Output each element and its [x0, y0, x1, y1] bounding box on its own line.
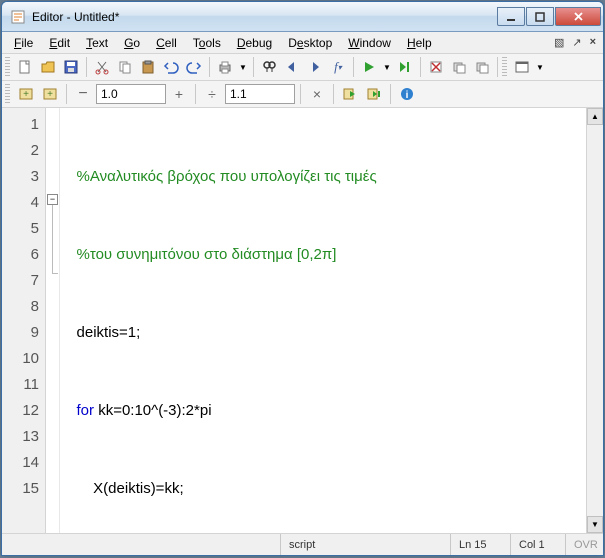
status-type: script	[280, 534, 450, 555]
factor-input[interactable]: 1.1	[225, 84, 295, 104]
status-col: Col 1	[510, 534, 565, 555]
titlebar[interactable]: Editor - Untitled*	[2, 2, 603, 32]
save-button[interactable]	[60, 56, 82, 78]
cut-button[interactable]	[91, 56, 113, 78]
line-number: 3	[2, 164, 39, 190]
editor-window: Editor - Untitled* File Edit Text Go Cel…	[1, 1, 604, 556]
app-icon	[10, 9, 26, 25]
code-line: X(deiktis)=kk;	[64, 476, 586, 502]
fold-toggle-icon[interactable]: −	[47, 194, 58, 205]
new-file-button[interactable]	[14, 56, 36, 78]
menu-go[interactable]: Go	[116, 34, 148, 52]
cell-toolbar: + + − 1.0 + ÷ 1.1 × i	[2, 81, 603, 108]
run-dropdown[interactable]: ▼	[381, 56, 393, 78]
window-title: Editor - Untitled*	[32, 10, 497, 24]
main-toolbar: ▼ f▾ ▼ ▼	[2, 54, 603, 81]
status-ovr: OVR	[565, 534, 603, 555]
line-number: 10	[2, 346, 39, 372]
times-button[interactable]: ×	[306, 83, 328, 105]
scroll-track[interactable]	[587, 125, 603, 516]
back-button[interactable]	[281, 56, 303, 78]
menu-edit[interactable]: Edit	[41, 34, 78, 52]
menu-debug[interactable]: Debug	[229, 34, 280, 52]
line-number: 13	[2, 424, 39, 450]
line-number: 15	[2, 476, 39, 502]
fold-end	[52, 273, 58, 274]
paste-button[interactable]	[137, 56, 159, 78]
line-number: 5	[2, 216, 39, 242]
line-number: 6	[2, 242, 39, 268]
toolbar2-grip[interactable]	[5, 84, 10, 104]
run-advance-button[interactable]	[394, 56, 416, 78]
stack2-button[interactable]	[471, 56, 493, 78]
redo-button[interactable]	[183, 56, 205, 78]
print-button[interactable]	[214, 56, 236, 78]
code-line: %Αναλυτικός βρόχος που υπολογίζει τις τι…	[77, 168, 377, 185]
line-number: 11	[2, 372, 39, 398]
fold-line	[52, 205, 53, 273]
code-line: %του συνημιτόνου στο διάστημα [0,2π]	[77, 246, 337, 263]
undo-button[interactable]	[160, 56, 182, 78]
cell-insert2-button[interactable]: +	[39, 83, 61, 105]
function-button[interactable]: f▾	[327, 56, 349, 78]
copy-button[interactable]	[114, 56, 136, 78]
layout-button[interactable]	[511, 56, 533, 78]
line-number: 1	[2, 112, 39, 138]
svg-text:i: i	[406, 90, 409, 101]
status-line: Ln 15	[450, 534, 510, 555]
run-button[interactable]	[358, 56, 380, 78]
line-number: 12	[2, 398, 39, 424]
menu-window[interactable]: Window	[340, 34, 399, 52]
fold-gutter[interactable]: −	[46, 108, 60, 533]
editor-area: 1 2 3 4 5 6 7 8 9 10 11 12 13 14 15 − %Α…	[2, 108, 603, 533]
menu-desktop[interactable]: Desktop	[280, 34, 340, 52]
line-number: 4	[2, 190, 39, 216]
toolbar-grip[interactable]	[5, 57, 10, 77]
scroll-down-icon[interactable]: ▼	[587, 516, 603, 533]
menu-tools[interactable]: Tools	[185, 34, 229, 52]
find-button[interactable]	[258, 56, 280, 78]
scroll-up-icon[interactable]: ▲	[587, 108, 603, 125]
plus-button[interactable]: +	[168, 83, 190, 105]
statusbar: script Ln 15 Col 1 OVR	[2, 533, 603, 555]
minimize-button[interactable]	[497, 7, 525, 26]
line-number: 2	[2, 138, 39, 164]
menu-cell[interactable]: Cell	[148, 34, 185, 52]
svg-text:+: +	[23, 89, 29, 100]
zoom-input[interactable]: 1.0	[96, 84, 166, 104]
breakpoint-button[interactable]	[425, 56, 447, 78]
layout-dropdown[interactable]: ▼	[534, 56, 546, 78]
eval-advance-button[interactable]	[363, 83, 385, 105]
stack1-button[interactable]	[448, 56, 470, 78]
line-number: 8	[2, 294, 39, 320]
menu-help[interactable]: Help	[399, 34, 440, 52]
dock-icon[interactable]: ▧	[551, 35, 567, 50]
divide-button[interactable]: ÷	[201, 83, 223, 105]
code-line: deiktis=1;	[77, 324, 141, 341]
close-button[interactable]	[555, 7, 601, 26]
maximize-button[interactable]	[526, 7, 554, 26]
cell-insert-button[interactable]: +	[15, 83, 37, 105]
forward-button[interactable]	[304, 56, 326, 78]
vertical-scrollbar[interactable]: ▲ ▼	[586, 108, 603, 533]
open-file-button[interactable]	[37, 56, 59, 78]
inner-close-icon[interactable]: ×	[587, 35, 599, 50]
eval-cell-button[interactable]	[339, 83, 361, 105]
toolbar-grip-2[interactable]	[502, 57, 507, 77]
undock-icon[interactable]: ↗	[569, 35, 584, 50]
code-area[interactable]: %Αναλυτικός βρόχος που υπολογίζει τις τι…	[60, 108, 586, 533]
svg-text:+: +	[47, 89, 53, 100]
menu-text[interactable]: Text	[78, 34, 116, 52]
line-number: 7	[2, 268, 39, 294]
menubar: File Edit Text Go Cell Tools Debug Deskt…	[2, 32, 603, 54]
line-number: 14	[2, 450, 39, 476]
line-number: 9	[2, 320, 39, 346]
code-line: for kk=0:10^(-3):2*pi	[64, 398, 586, 424]
minus-button[interactable]: −	[72, 83, 94, 105]
info-button[interactable]: i	[396, 83, 418, 105]
line-gutter[interactable]: 1 2 3 4 5 6 7 8 9 10 11 12 13 14 15	[2, 108, 46, 533]
menu-file[interactable]: File	[6, 34, 41, 52]
print-dropdown[interactable]: ▼	[237, 56, 249, 78]
